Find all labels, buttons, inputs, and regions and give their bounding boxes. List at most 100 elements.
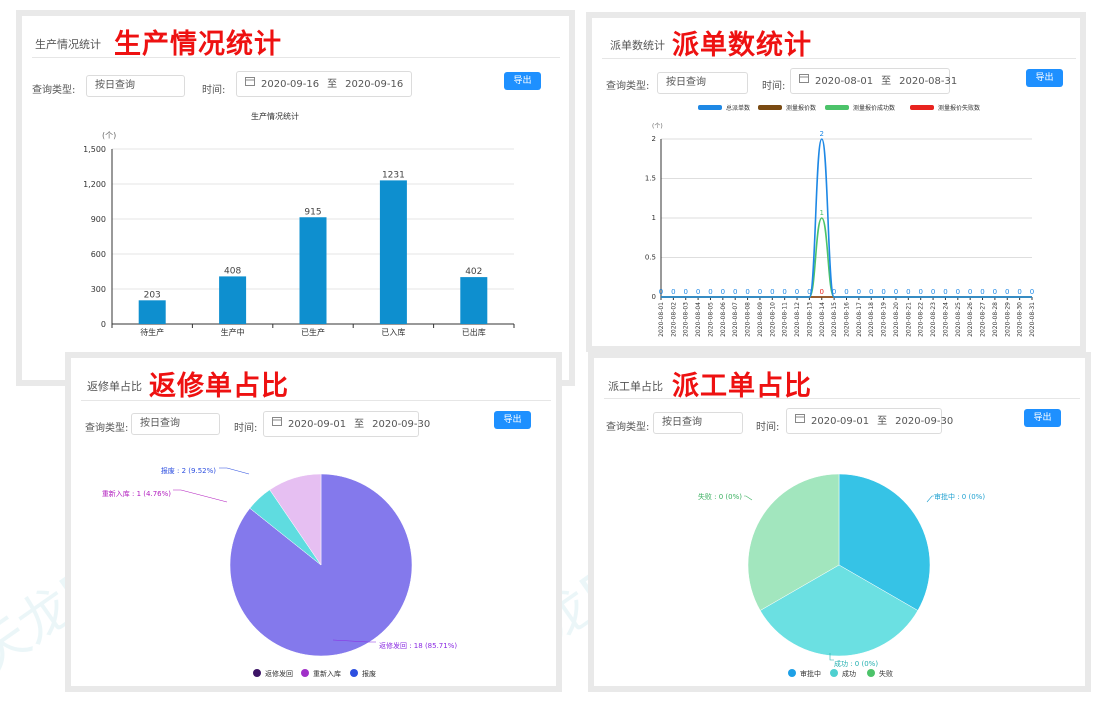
data-label: 0 — [918, 288, 922, 296]
date-separator: 至 — [354, 419, 365, 430]
slice-label: 重新入库 : 1 (4.76%) — [102, 489, 171, 498]
time-label: 时间: — [762, 81, 786, 92]
date-separator: 至 — [327, 79, 338, 90]
bar — [460, 277, 488, 324]
data-label: 0 — [696, 288, 700, 296]
export-button[interactable]: 导出 — [1024, 409, 1061, 427]
x-tick-label: 2020-08-08 — [745, 302, 752, 337]
y-tick-label: 1.5 — [645, 175, 656, 183]
x-tick-label: 已入库 — [381, 327, 405, 337]
data-label: 0 — [1005, 288, 1009, 296]
export-button[interactable]: 导出 — [494, 411, 531, 429]
label-leader — [219, 467, 250, 475]
x-tick-label: 2020-08-22 — [918, 302, 925, 337]
x-tick-label: 2020-08-13 — [806, 302, 813, 337]
data-label: 0 — [659, 288, 663, 296]
x-tick-label: 2020-08-09 — [757, 302, 764, 337]
legend-dot — [867, 669, 875, 677]
x-tick-label: 2020-08-24 — [942, 302, 949, 337]
x-tick-label: 2020-08-02 — [670, 302, 677, 337]
dispatch-panel: 派单数统计 派单数统计 查询类型: 按日查询 时间: 2020-08-01 至 20… — [586, 12, 1086, 352]
data-label: 0 — [980, 288, 984, 296]
x-tick-label: 2020-08-25 — [955, 302, 962, 337]
legend-dot — [788, 669, 796, 677]
y-tick-label: 1,500 — [83, 145, 106, 154]
label-leader — [173, 489, 228, 503]
legend-label: 成功 — [842, 669, 856, 678]
x-tick-label: 2020-08-01 — [658, 302, 665, 337]
query-type-label: 查询类型: — [85, 423, 129, 434]
query-type-select[interactable]: 按日查询 — [653, 412, 743, 434]
data-label: 0 — [881, 288, 885, 296]
y-tick-label: 2 — [652, 135, 656, 143]
x-tick-label: 待生产 — [140, 327, 164, 337]
legend-dot — [350, 669, 358, 677]
label-leader — [926, 495, 934, 503]
bar — [299, 217, 327, 324]
legend-label: 测量报价成功数 — [853, 104, 895, 112]
x-tick-label: 2020-08-04 — [695, 302, 702, 337]
production-panel: 生产情况统计 生产情况统计 查询类型: 按日查询 时间: 2020-09-16 至… — [16, 10, 575, 386]
legend-label: 重新入库 — [313, 669, 341, 678]
x-tick-label: 2020-08-12 — [794, 302, 801, 337]
big-title: 生产情况统计 — [114, 29, 282, 60]
legend-swatch — [698, 105, 722, 110]
data-label: 0 — [671, 288, 675, 296]
export-button[interactable]: 导出 — [1026, 69, 1063, 87]
x-tick-label: 2020-08-17 — [856, 302, 863, 337]
bar-chart: 生产情况统计 (个) 0 300 600 900 1,200 1,500 203 待生产 408… — [83, 111, 515, 337]
data-label: 915 — [304, 207, 321, 217]
legend-dot — [253, 669, 261, 677]
y-tick-label: 1,200 — [83, 180, 106, 189]
data-label: 0 — [770, 288, 774, 296]
y-tick-label: 0.5 — [645, 254, 656, 262]
y-tick-label: 0 — [101, 320, 106, 329]
legend-swatch — [910, 105, 934, 110]
time-label: 时间: — [234, 423, 258, 434]
label-leader — [744, 495, 753, 501]
data-label: 0 — [795, 288, 799, 296]
x-tick-label: 2020-08-11 — [782, 302, 789, 337]
data-label: 0 — [820, 288, 824, 296]
data-label: 0 — [869, 288, 873, 296]
export-button[interactable]: 导出 — [504, 72, 541, 90]
legend-dot — [301, 669, 309, 677]
repair-pie-chart: 返修发回 : 18 (85.71%) 重新入库 : 1 (4.76%) 报废 : 2… — [102, 466, 458, 678]
query-type-select[interactable]: 按日查询 — [657, 72, 748, 94]
x-tick-label: 2020-08-30 — [1017, 302, 1024, 337]
legend-label: 审批中 — [800, 669, 821, 678]
date-range-picker[interactable]: 2020-08-01 至 2020-08-31 — [790, 68, 957, 94]
query-type-select[interactable]: 按日查询 — [131, 413, 220, 435]
y-tick-label: 300 — [91, 285, 106, 294]
calendar-icon — [799, 69, 809, 93]
query-type-select[interactable]: 按日查询 — [86, 75, 185, 97]
data-label: 1 — [820, 209, 824, 217]
date-range-picker[interactable]: 2020-09-16 至 2020-09-16 — [236, 71, 412, 97]
x-tick-label: 2020-08-23 — [930, 302, 937, 337]
date-range-picker[interactable]: 2020-09-01 至 2020-09-30 — [786, 408, 953, 434]
panel-title: 生产情况统计 — [35, 38, 101, 51]
slice-label: 报废 : 2 (9.52%) — [161, 466, 216, 475]
calendar-icon — [245, 72, 255, 96]
data-label: 0 — [906, 288, 910, 296]
data-label: 0 — [832, 288, 836, 296]
date-range-picker[interactable]: 2020-09-01 至 2020-09-30 — [263, 411, 430, 437]
legend-swatch — [825, 105, 849, 110]
x-tick-label: 2020-08-28 — [992, 302, 999, 337]
slice-label: 返修发回 : 18 (85.71%) — [379, 641, 457, 650]
x-tick-label: 2020-08-10 — [769, 302, 776, 337]
x-tick-label: 2020-08-29 — [1004, 302, 1011, 337]
data-label: 1231 — [382, 170, 405, 180]
data-label: 0 — [956, 288, 960, 296]
x-tick-label: 2020-08-18 — [868, 302, 875, 337]
x-tick-label: 2020-08-31 — [1029, 302, 1036, 337]
data-label: 0 — [708, 288, 712, 296]
y-tick-label: 1 — [652, 214, 656, 222]
x-tick-label: 已生产 — [301, 327, 325, 337]
data-label: 0 — [758, 288, 762, 296]
y-unit-label: (个) — [652, 123, 663, 130]
panel-title: 派工单占比 — [608, 380, 663, 393]
date-start: 2020-09-16 — [261, 79, 320, 90]
data-label: 0 — [857, 288, 861, 296]
y-unit-label: (个) — [102, 131, 116, 140]
